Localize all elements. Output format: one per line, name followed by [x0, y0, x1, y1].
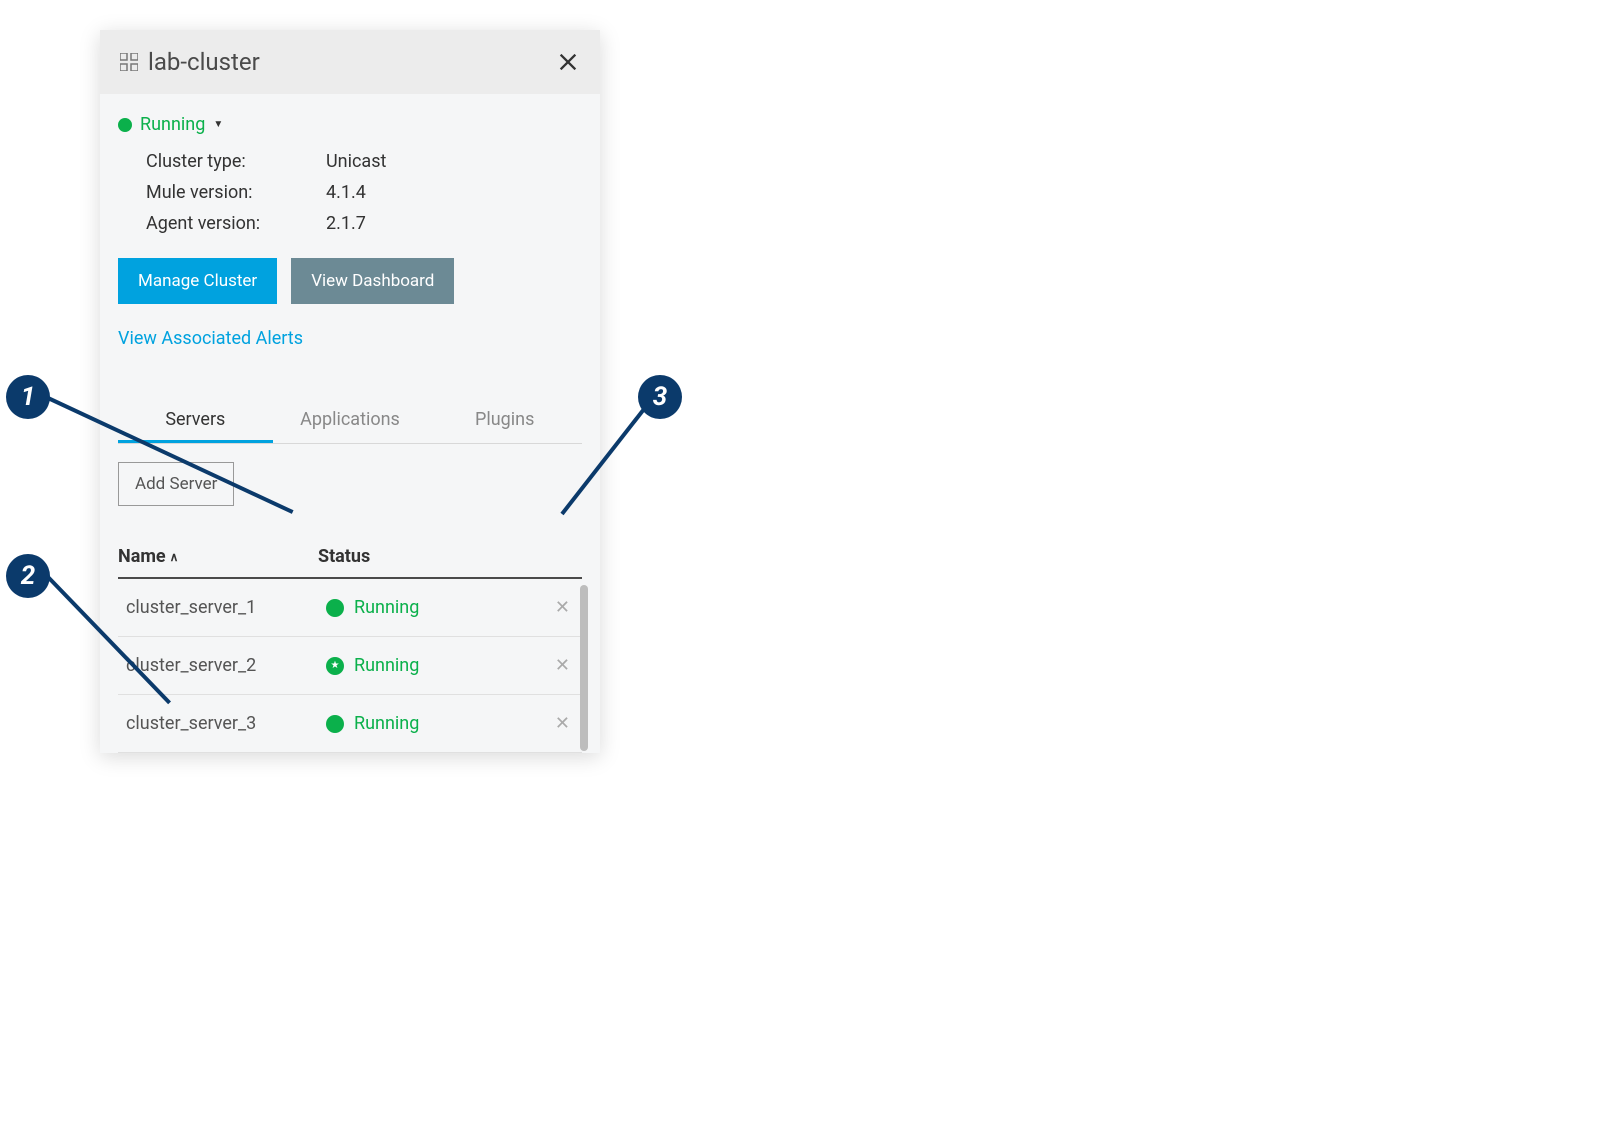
close-icon: [557, 51, 579, 73]
cluster-info: Cluster type: Unicast Mule version: 4.1.…: [146, 151, 582, 234]
status-dot-icon: [118, 118, 132, 132]
column-header-status[interactable]: Status: [318, 546, 582, 567]
callout-badge-3: 3: [638, 375, 682, 419]
tabs: Servers Applications Plugins: [118, 399, 582, 444]
tab-servers[interactable]: Servers: [118, 399, 273, 443]
server-name: cluster_server_1: [126, 597, 326, 618]
mule-version-value: 4.1.4: [326, 182, 366, 203]
action-buttons: Manage Cluster View Dashboard: [118, 258, 582, 304]
view-dashboard-button[interactable]: View Dashboard: [291, 258, 454, 304]
add-server-button[interactable]: Add Server: [118, 462, 234, 506]
status-dot-icon: [326, 715, 344, 733]
table-row[interactable]: cluster_server_1 Running ✕: [118, 579, 582, 637]
status-dropdown[interactable]: Running ▼: [118, 114, 582, 135]
remove-server-button[interactable]: ✕: [551, 713, 574, 734]
tab-applications[interactable]: Applications: [273, 399, 428, 443]
panel-header-left: lab-cluster: [120, 48, 260, 76]
server-status-text: Running: [354, 713, 419, 734]
remove-server-button[interactable]: ✕: [551, 655, 574, 676]
cluster-type-value: Unicast: [326, 151, 386, 172]
close-icon: ✕: [555, 713, 570, 734]
close-icon: ✕: [555, 655, 570, 676]
table-row[interactable]: cluster_server_2 ★ Running ✕: [118, 637, 582, 695]
server-status-text: Running: [354, 655, 419, 676]
cluster-icon: [120, 53, 138, 71]
manage-cluster-button[interactable]: Manage Cluster: [118, 258, 277, 304]
info-row-mule-version: Mule version: 4.1.4: [146, 182, 582, 203]
status-dot-icon: [326, 599, 344, 617]
view-alerts-link[interactable]: View Associated Alerts: [118, 328, 303, 349]
info-row-agent-version: Agent version: 2.1.7: [146, 213, 582, 234]
status-label: Running: [140, 114, 205, 135]
callout-badge-1: 1: [6, 375, 50, 419]
panel-header: lab-cluster: [100, 30, 600, 94]
callout-badge-2: 2: [6, 554, 50, 598]
sort-ascending-icon: ∧: [170, 550, 179, 564]
table-row[interactable]: cluster_server_3 Running ✕: [118, 695, 582, 753]
agent-version-label: Agent version:: [146, 213, 326, 234]
server-status: Running: [326, 713, 551, 734]
close-button[interactable]: [556, 50, 580, 74]
cluster-details-panel: lab-cluster Running ▼ Cluster type: Unic…: [100, 30, 600, 753]
panel-title: lab-cluster: [148, 48, 260, 76]
servers-table-body: cluster_server_1 Running ✕ cluster_serve…: [118, 579, 582, 753]
panel-body: Running ▼ Cluster type: Unicast Mule ver…: [100, 94, 600, 753]
agent-version-value: 2.1.7: [326, 213, 366, 234]
servers-table-header: Name ∧ Status: [118, 536, 582, 579]
tab-plugins[interactable]: Plugins: [427, 399, 582, 443]
scrollbar[interactable]: [580, 585, 588, 751]
mule-version-label: Mule version:: [146, 182, 326, 203]
info-row-cluster-type: Cluster type: Unicast: [146, 151, 582, 172]
column-header-name-text: Name: [118, 546, 166, 567]
cluster-type-label: Cluster type:: [146, 151, 326, 172]
server-status: Running: [326, 597, 551, 618]
remove-server-button[interactable]: ✕: [551, 597, 574, 618]
chevron-down-icon: ▼: [213, 119, 223, 130]
server-status: ★ Running: [326, 655, 551, 676]
server-name: cluster_server_2: [126, 655, 326, 676]
server-status-text: Running: [354, 597, 419, 618]
server-name: cluster_server_3: [126, 713, 326, 734]
close-icon: ✕: [555, 597, 570, 618]
column-header-name[interactable]: Name ∧: [118, 546, 318, 567]
status-star-icon: ★: [326, 657, 344, 675]
